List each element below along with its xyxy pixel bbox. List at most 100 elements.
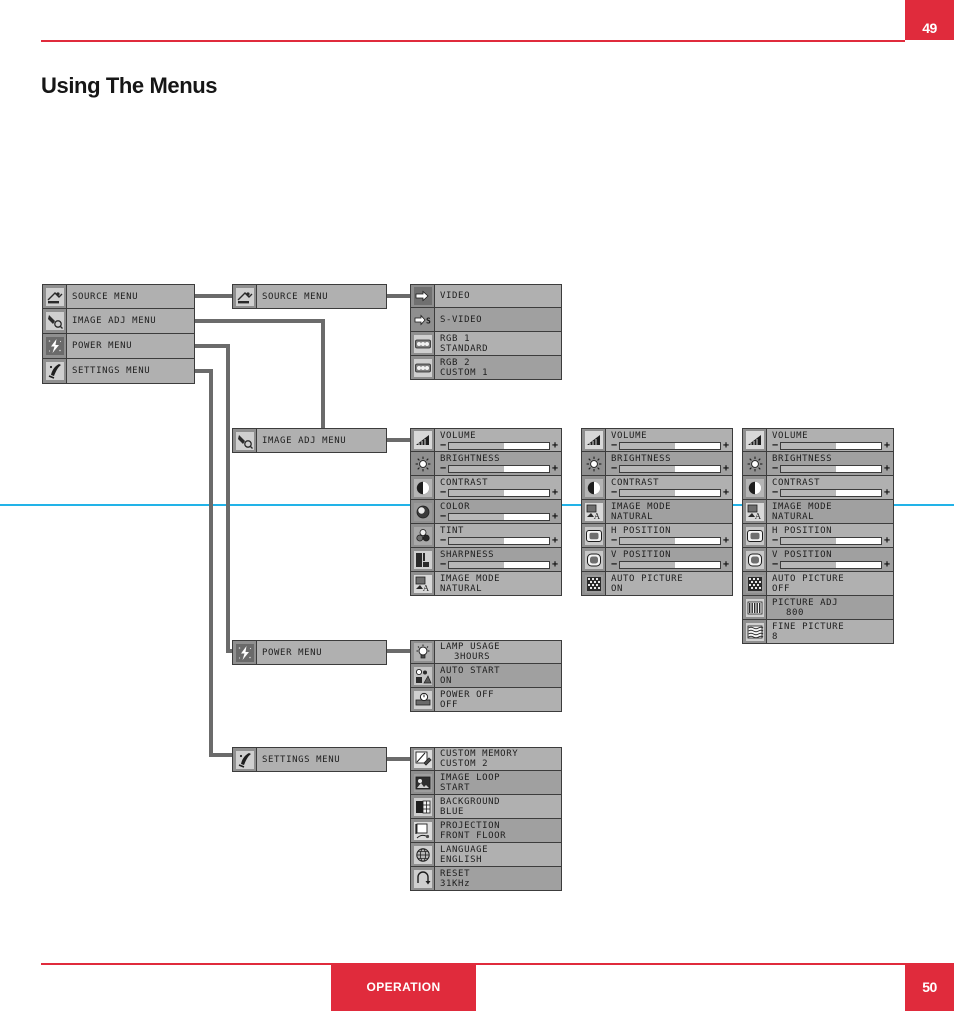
plus-icon[interactable]: + xyxy=(552,464,558,474)
plus-icon[interactable]: + xyxy=(884,440,890,450)
image-adj-item-sharpness[interactable]: SHARPNESS − + xyxy=(410,548,562,572)
settings-item-image-loop[interactable]: IMAGE LOOP START xyxy=(410,771,562,795)
plus-icon[interactable]: + xyxy=(723,488,729,498)
h-position-slider[interactable]: − + xyxy=(772,536,890,546)
rgb-auto-item-contrast[interactable]: CONTRAST − + xyxy=(581,476,733,500)
minus-icon[interactable]: − xyxy=(611,536,617,546)
settings-item-reset[interactable]: RESET 31KHz xyxy=(410,867,562,891)
plus-icon[interactable]: + xyxy=(552,560,558,570)
brightness-slider[interactable]: − + xyxy=(440,464,558,474)
plus-icon[interactable]: + xyxy=(884,464,890,474)
minus-icon[interactable]: − xyxy=(440,488,446,498)
contrast-slider[interactable]: − + xyxy=(440,488,558,498)
minus-icon[interactable]: − xyxy=(440,464,446,474)
rgb-auto-item-brightness[interactable]: BRIGHTNESS − + xyxy=(581,452,733,476)
plus-icon[interactable]: + xyxy=(723,440,729,450)
minus-icon[interactable]: − xyxy=(772,440,778,450)
rgb-auto-item-volume[interactable]: VOLUME − + xyxy=(581,428,733,452)
power-item-auto-start-label: AUTO START ON xyxy=(440,665,501,686)
plus-icon[interactable]: + xyxy=(884,536,890,546)
main-menu-item-power[interactable]: POWER MENU xyxy=(42,334,195,359)
settings-menu-header[interactable]: SETTINGS MENU xyxy=(232,747,387,772)
connector-imageadj-to-sub xyxy=(386,438,412,442)
rgb-manual-item-auto-picture[interactable]: AUTO PICTURE OFF xyxy=(742,572,894,596)
minus-icon[interactable]: − xyxy=(772,488,778,498)
power-item-power-off[interactable]: POWER OFF OFF xyxy=(410,688,562,712)
rgb-manual-item-volume[interactable]: VOLUME − + xyxy=(742,428,894,452)
source-item-rgb1[interactable]: RGB 1 STANDARD xyxy=(410,332,562,356)
settings-item-custom-memory[interactable]: CUSTOM MEMORY CUSTOM 2 xyxy=(410,747,562,771)
source-item-s-video[interactable]: S S-VIDEO xyxy=(410,308,562,332)
image-adj-item-tint[interactable]: TINT − + xyxy=(410,524,562,548)
rgb-manual-item-v-position[interactable]: V POSITION − + xyxy=(742,548,894,572)
rgb-auto-item-auto-picture[interactable]: AUTO PICTURE ON xyxy=(581,572,733,596)
minus-icon[interactable]: − xyxy=(440,560,446,570)
tint-slider[interactable]: − + xyxy=(440,536,558,546)
plus-icon[interactable]: + xyxy=(884,560,890,570)
sharpness-slider[interactable]: − + xyxy=(440,560,558,570)
power-item-lamp-usage[interactable]: LAMP USAGE 3HOURS xyxy=(410,640,562,664)
image-adj-item-contrast[interactable]: CONTRAST − + xyxy=(410,476,562,500)
color-slider[interactable]: − + xyxy=(440,512,558,522)
contrast-slider[interactable]: − + xyxy=(772,488,890,498)
minus-icon[interactable]: − xyxy=(772,464,778,474)
power-menu-items-block: LAMP USAGE 3HOURS AUTO START ON POWER OF… xyxy=(410,640,562,712)
rgb-dots-icon xyxy=(411,356,435,379)
plus-icon[interactable]: + xyxy=(884,488,890,498)
power-item-auto-start[interactable]: AUTO START ON xyxy=(410,664,562,688)
rgb-manual-item-picture-adj[interactable]: PICTURE ADJ 800 xyxy=(742,596,894,620)
minus-icon[interactable]: − xyxy=(772,560,778,570)
rgb-auto-item-image-mode[interactable]: A IMAGE MODE NATURAL xyxy=(581,500,733,524)
main-menu-item-settings[interactable]: SETTINGS MENU xyxy=(42,359,195,384)
plus-icon[interactable]: + xyxy=(723,536,729,546)
plus-icon[interactable]: + xyxy=(552,440,558,450)
h-position-slider[interactable]: − + xyxy=(611,536,729,546)
plus-icon[interactable]: + xyxy=(552,512,558,522)
rgb-auto-item-h-position[interactable]: H POSITION − + xyxy=(581,524,733,548)
minus-icon[interactable]: − xyxy=(772,536,778,546)
source-item-rgb2[interactable]: RGB 2 CUSTOM 1 xyxy=(410,356,562,380)
image-adj-item-image-mode[interactable]: A IMAGE MODE NATURAL xyxy=(410,572,562,596)
image-adj-item-color[interactable]: COLOR − + xyxy=(410,500,562,524)
plus-icon[interactable]: + xyxy=(723,464,729,474)
rgb-dots-icon xyxy=(411,332,435,355)
rgb-manual-item-fine-picture[interactable]: FINE PICTURE 8 xyxy=(742,620,894,644)
source-item-video[interactable]: VIDEO xyxy=(410,284,562,308)
image-adj-item-volume[interactable]: VOLUME − + xyxy=(410,428,562,452)
reset-icon xyxy=(411,867,435,890)
main-menu-item-source[interactable]: SOURCE MENU xyxy=(42,284,195,309)
minus-icon[interactable]: − xyxy=(611,488,617,498)
h-position-icon xyxy=(582,524,606,547)
plus-icon[interactable]: + xyxy=(552,488,558,498)
plus-icon[interactable]: + xyxy=(723,560,729,570)
volume-slider[interactable]: − + xyxy=(772,440,890,450)
rgb-manual-item-brightness[interactable]: BRIGHTNESS − + xyxy=(742,452,894,476)
source-menu-header[interactable]: SOURCE MENU xyxy=(232,284,387,309)
rgb-auto-item-v-position[interactable]: V POSITION − + xyxy=(581,548,733,572)
settings-item-language[interactable]: LANGUAGE ENGLISH xyxy=(410,843,562,867)
minus-icon[interactable]: − xyxy=(611,440,617,450)
image-adj-menu-header[interactable]: IMAGE ADJ MENU xyxy=(232,428,387,453)
main-menu-item-image-adj[interactable]: IMAGE ADJ MENU xyxy=(42,309,195,334)
image-adj-item-tint-label: TINT − + xyxy=(440,526,559,546)
settings-item-projection[interactable]: PROJECTION FRONT FLOOR xyxy=(410,819,562,843)
plus-icon[interactable]: + xyxy=(552,536,558,546)
minus-icon[interactable]: − xyxy=(440,512,446,522)
rgb-manual-item-contrast[interactable]: CONTRAST − + xyxy=(742,476,894,500)
brightness-slider[interactable]: − + xyxy=(611,464,729,474)
v-position-slider[interactable]: − + xyxy=(772,560,890,570)
minus-icon[interactable]: − xyxy=(440,440,446,450)
minus-icon[interactable]: − xyxy=(611,560,617,570)
volume-slider[interactable]: − + xyxy=(611,440,729,450)
power-menu-header[interactable]: POWER MENU xyxy=(232,640,387,665)
minus-icon[interactable]: − xyxy=(611,464,617,474)
settings-item-background[interactable]: BACKGROUND BLUE xyxy=(410,795,562,819)
volume-slider[interactable]: − + xyxy=(440,440,558,450)
brightness-slider[interactable]: − + xyxy=(772,464,890,474)
minus-icon[interactable]: − xyxy=(440,536,446,546)
contrast-slider[interactable]: − + xyxy=(611,488,729,498)
rgb-manual-item-h-position[interactable]: H POSITION − + xyxy=(742,524,894,548)
image-adj-item-brightness[interactable]: BRIGHTNESS − + xyxy=(410,452,562,476)
rgb-manual-item-image-mode[interactable]: A IMAGE MODE NATURAL xyxy=(742,500,894,524)
v-position-slider[interactable]: − + xyxy=(611,560,729,570)
